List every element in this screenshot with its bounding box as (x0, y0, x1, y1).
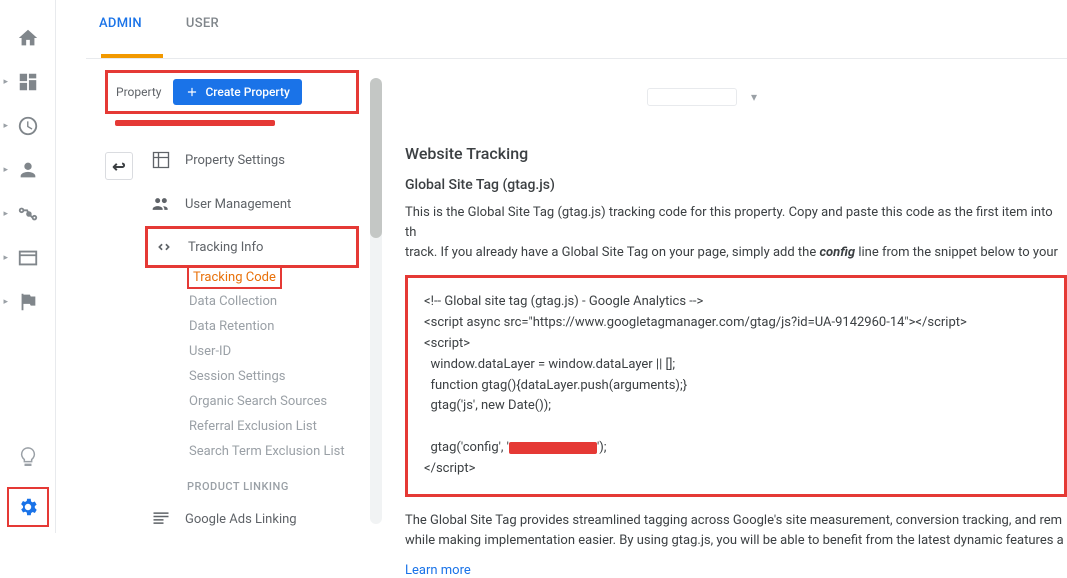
card-icon[interactable] (8, 238, 48, 278)
flow-icon[interactable] (8, 194, 48, 234)
dashboard-icon[interactable] (8, 62, 48, 102)
sub-referral-exclusion[interactable]: Referral Exclusion List (187, 414, 359, 439)
left-rail (0, 0, 56, 533)
product-linking-label: PRODUCT LINKING (187, 480, 359, 493)
sub-data-retention[interactable]: Data Retention (187, 314, 359, 339)
redacted-tracking-id (509, 442, 597, 454)
home-icon[interactable] (8, 18, 48, 58)
lightbulb-icon[interactable] (8, 437, 48, 477)
tab-underline (101, 54, 163, 58)
flag-icon[interactable] (8, 282, 48, 322)
ghost-select-box (647, 88, 737, 106)
sub-user-id[interactable]: User-ID (187, 339, 359, 364)
settings-column: Property Create Property ↩ Property Sett… (105, 70, 359, 524)
description-1: This is the Global Site Tag (gtag.js) tr… (405, 203, 1067, 263)
clock-icon[interactable] (8, 106, 48, 146)
learn-more-link[interactable]: Learn more (405, 563, 471, 578)
sub-search-term-exclusion[interactable]: Search Term Exclusion List (187, 439, 359, 464)
nav-property-settings[interactable]: Property Settings (145, 138, 359, 182)
section-title: Global Site Tag (gtag.js) (405, 177, 1067, 193)
ads-icon (151, 509, 171, 529)
page-title: Website Tracking (405, 144, 1067, 163)
nav-google-ads-linking[interactable]: Google Ads Linking (145, 497, 359, 541)
sub-organic-search[interactable]: Organic Search Sources (187, 389, 359, 414)
tab-user[interactable]: USER (182, 4, 223, 43)
sub-data-collection[interactable]: Data Collection (187, 289, 359, 314)
property-header: Property Create Property (105, 70, 359, 114)
tab-admin[interactable]: ADMIN (95, 4, 146, 43)
people-icon (151, 194, 171, 214)
tracking-code-snippet[interactable]: <!-- Global site tag (gtag.js) - Google … (405, 275, 1067, 496)
sub-session-settings[interactable]: Session Settings (187, 364, 359, 389)
sub-tracking-code[interactable]: Tracking Code (187, 266, 282, 289)
chevron-down-icon: ▾ (751, 90, 757, 104)
main-panel: ▾ Website Tracking Global Site Tag (gtag… (405, 88, 1067, 578)
create-property-button[interactable]: Create Property (173, 79, 301, 105)
plus-icon (185, 85, 199, 99)
settings-scroll-thumb[interactable] (370, 78, 382, 238)
description-2: The Global Site Tag provides streamlined… (405, 511, 1067, 551)
gear-icon[interactable] (7, 487, 49, 527)
nav-user-management[interactable]: User Management (145, 182, 359, 226)
settings-nav: Property Settings User Management Tracki… (145, 138, 359, 541)
redacted-property-name (115, 120, 275, 126)
top-rule (86, 58, 1067, 59)
back-button[interactable]: ↩ (105, 152, 133, 180)
code-icon (154, 237, 174, 257)
ghost-dropdown[interactable]: ▾ (647, 88, 757, 106)
nav-tracking-info[interactable]: Tracking Info (145, 226, 359, 268)
top-tabs: ADMIN USER (95, 4, 223, 43)
person-icon[interactable] (8, 150, 48, 190)
layout-icon (151, 150, 171, 170)
property-label: Property (116, 85, 161, 99)
tracking-info-sublist: Tracking Code Data Collection Data Reten… (187, 266, 359, 464)
